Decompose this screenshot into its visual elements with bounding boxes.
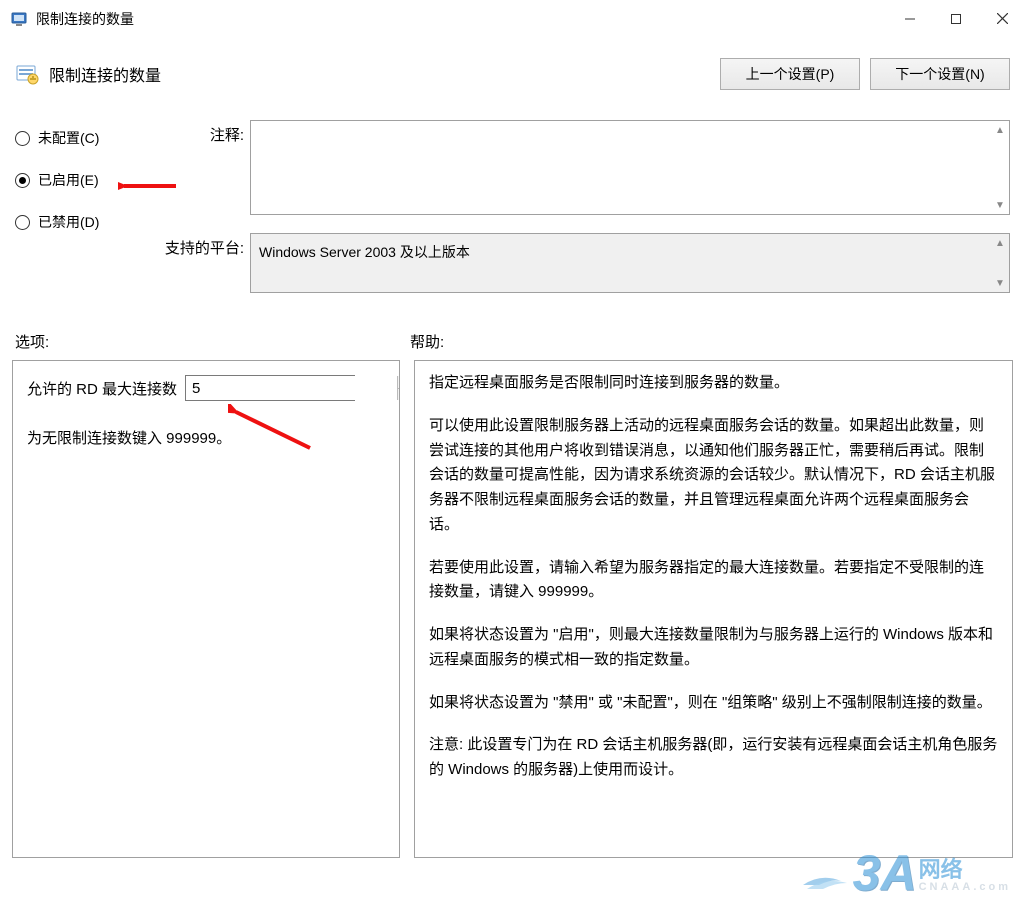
max-rd-label: 允许的 RD 最大连接数 — [27, 378, 177, 399]
help-paragraph: 可以使用此设置限制服务器上活动的远程桌面服务会话的数量。如果超出此数量，则尝试连… — [429, 414, 998, 538]
radio-not-configured[interactable]: 未配置(C) — [15, 128, 150, 148]
prev-setting-button[interactable]: 上一个设置(P) — [720, 58, 860, 90]
help-panel: 指定远程桌面服务是否限制同时连接到服务器的数量。可以使用此设置限制服务器上活动的… — [414, 360, 1013, 858]
policy-icon — [15, 62, 39, 86]
platform-label: 支持的平台: — [150, 233, 250, 293]
radio-enabled[interactable]: 已启用(E) — [15, 170, 150, 190]
spin-down-icon[interactable]: ▼ — [398, 389, 400, 401]
maximize-button[interactable] — [933, 3, 979, 35]
header-row: 限制连接的数量 上一个设置(P) 下一个设置(N) — [0, 38, 1025, 100]
unlimited-hint: 为无限制连接数键入 999999。 — [27, 427, 385, 448]
scroll-arrows: ▲ ▼ — [991, 121, 1009, 214]
radio-label-disabled: 已禁用(D) — [38, 212, 99, 232]
panels: 允许的 RD 最大连接数 ▲ ▼ 为无限制连接数键入 999999。 指定远程桌… — [0, 360, 1025, 870]
help-label: 帮助: — [410, 331, 1010, 352]
close-button[interactable] — [979, 3, 1025, 35]
policy-title: 限制连接的数量 — [49, 62, 161, 86]
radio-icon — [15, 131, 30, 146]
radio-icon — [15, 173, 30, 188]
config-area: 未配置(C) 已启用(E) 已禁用(D) 注释: ▲ ▼ 支持的平台: Wind — [0, 100, 1025, 311]
help-text[interactable]: 指定远程桌面服务是否限制同时连接到服务器的数量。可以使用此设置限制服务器上活动的… — [415, 361, 1012, 857]
scroll-down-icon[interactable]: ▼ — [991, 274, 1009, 292]
help-paragraph: 如果将状态设置为 "启用"，则最大连接数量限制为与服务器上运行的 Windows… — [429, 623, 998, 673]
watermark-sub: CNAAA.com — [919, 881, 1011, 893]
help-paragraph: 若要使用此设置，请输入希望为服务器指定的最大连接数量。若要指定不受限制的连接数量… — [429, 556, 998, 606]
max-rd-input[interactable] — [186, 376, 397, 400]
scroll-up-icon[interactable]: ▲ — [991, 121, 1009, 139]
radio-column: 未配置(C) 已启用(E) 已禁用(D) — [15, 120, 150, 311]
platform-box: Windows Server 2003 及以上版本 ▲ ▼ — [250, 233, 1010, 293]
titlebar: 限制连接的数量 — [0, 0, 1025, 38]
app-icon — [10, 10, 28, 28]
platform-value: Windows Server 2003 及以上版本 — [259, 244, 470, 260]
help-paragraph: 注意: 此设置专门为在 RD 会话主机服务器(即，运行安装有远程桌面会话主机角色… — [429, 733, 998, 783]
help-paragraph: 指定远程桌面服务是否限制同时连接到服务器的数量。 — [429, 371, 998, 396]
options-label: 选项: — [15, 331, 410, 352]
max-rd-spinner[interactable]: ▲ ▼ — [185, 375, 355, 401]
scroll-down-icon[interactable]: ▼ — [991, 196, 1009, 214]
next-setting-button[interactable]: 下一个设置(N) — [870, 58, 1010, 90]
window-title: 限制连接的数量 — [36, 9, 134, 29]
radio-disabled[interactable]: 已禁用(D) — [15, 212, 150, 232]
radio-icon — [15, 215, 30, 230]
radio-label-enabled: 已启用(E) — [38, 170, 99, 190]
minimize-button[interactable] — [887, 3, 933, 35]
radio-label-not-configured: 未配置(C) — [38, 128, 99, 148]
section-labels: 选项: 帮助: — [0, 311, 1025, 360]
comment-textarea[interactable]: ▲ ▼ — [250, 120, 1010, 215]
scroll-arrows: ▲ ▼ — [991, 234, 1009, 292]
scroll-up-icon[interactable]: ▲ — [991, 234, 1009, 252]
window-controls — [887, 3, 1025, 35]
spin-up-icon[interactable]: ▲ — [398, 376, 400, 389]
comment-label: 注释: — [150, 120, 250, 215]
help-paragraph: 如果将状态设置为 "禁用" 或 "未配置"，则在 "组策略" 级别上不强制限制连… — [429, 691, 998, 716]
options-panel: 允许的 RD 最大连接数 ▲ ▼ 为无限制连接数键入 999999。 — [12, 360, 400, 858]
